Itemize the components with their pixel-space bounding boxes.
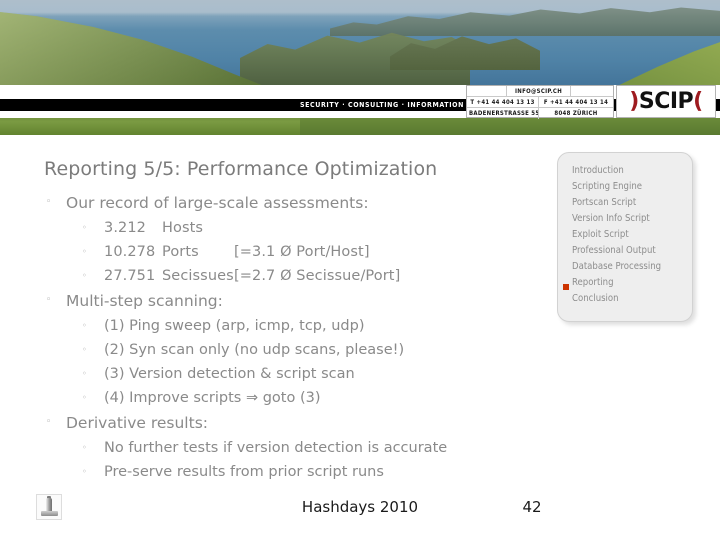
bullet-item: ◦ 10.278 Ports [=3.1 Ø Port/Host] — [44, 240, 554, 264]
bullet-text: (2) Syn scan only (no udp scans, please!… — [104, 342, 405, 358]
bullet-item: ◦ Multi-step scanning: — [44, 288, 554, 314]
contact-fax: F +41 44 404 13 14 — [539, 97, 613, 108]
contact-spacer-cell — [467, 86, 507, 97]
scip-logo-name: SCIP — [638, 88, 694, 114]
bullet-marker-icon: ◦ — [82, 369, 87, 378]
bullet-marker-icon: ◦ — [46, 197, 52, 207]
slide-body: ◦ Our record of large-scale assessments: ◦… — [44, 190, 554, 484]
nav-item-portscan-script[interactable]: Portscan Script — [572, 195, 692, 211]
bullet-marker-icon: ◦ — [46, 417, 52, 427]
bullet-marker-icon: ◦ — [82, 345, 87, 354]
contact-spacer-cell-2 — [571, 86, 613, 97]
nav-item-label: Conclusion — [572, 293, 619, 304]
nav-item-conclusion[interactable]: Conclusion — [572, 291, 692, 307]
bullet-item: ◦ Derivative results: — [44, 410, 554, 436]
stat-unit: Ports — [162, 244, 199, 260]
bullet-item: ◦ (1) Ping sweep (arp, icmp, tcp, udp) — [44, 314, 554, 338]
nav-item-professional-output[interactable]: Professional Output — [572, 243, 692, 259]
nav-item-label: Professional Output — [572, 245, 656, 256]
scip-logo-text: )SCIP( — [629, 88, 703, 114]
bullet-marker-icon: ◦ — [82, 247, 87, 256]
bullet-marker-icon: ◦ — [82, 467, 87, 476]
contact-email: INFO@SCIP.CH — [507, 86, 571, 97]
footer-event-name: Hashdays 2010 — [301, 498, 419, 516]
nav-item-label: Database Processing — [572, 261, 662, 272]
contact-row: T +41 44 404 13 13 F +41 44 404 13 14 — [467, 97, 613, 108]
stat-unit: Hosts — [162, 220, 204, 236]
nav-current-marker-icon — [563, 284, 569, 290]
nav-item-label: Exploit Script — [572, 229, 629, 240]
page-title: Reporting 5/5: Performance Optimization — [44, 158, 438, 180]
bullet-item: ◦ No further tests if version detection i… — [44, 436, 554, 460]
nav-item-label: Portscan Script — [572, 197, 637, 208]
nav-item-label: Scripting Engine — [572, 181, 643, 192]
bullet-marker-icon: ◦ — [82, 223, 87, 232]
stat-note: [=3.1 Ø Port/Host] — [234, 244, 370, 260]
contact-row: BADENERSTRASSE 551 8048 ZÜRICH — [467, 108, 613, 119]
stat-unit: Secissues — [162, 268, 234, 284]
bullet-text: Pre-serve results from prior script runs — [104, 464, 384, 480]
scip-logo: )SCIP( — [616, 85, 716, 118]
nav-item-label: Version Info Script — [572, 213, 650, 224]
header-banner: SECURITY · CONSULTING · INFORMATION · PR… — [0, 0, 720, 135]
bullet-text: 27.751 Secissues[=2.7 Ø Secissue/Port] — [104, 264, 400, 288]
footer-page-number: 42 — [522, 498, 542, 516]
bullet-item: ◦ 3.212 Hosts — [44, 216, 554, 240]
nav-item-exploit-script[interactable]: Exploit Script — [572, 227, 692, 243]
nav-item-version-info-script[interactable]: Version Info Script — [572, 211, 692, 227]
stat-number: 3.212 — [104, 220, 147, 236]
contact-street: BADENERSTRASSE 551 — [469, 108, 539, 119]
bullet-item: ◦ (4) Improve scripts ⇒ goto (3) — [44, 386, 554, 410]
agenda-nav-box: Introduction Scripting Engine Portscan Scr… — [557, 152, 693, 322]
bullet-marker-icon: ◦ — [82, 443, 87, 452]
stat-number: 10.278 — [104, 244, 156, 260]
bullet-marker-icon: ◦ — [82, 321, 87, 330]
scip-logo-left-paren: ) — [629, 88, 639, 114]
nav-item-label: Introduction — [572, 165, 624, 176]
scip-logo-right-paren: ( — [693, 88, 703, 114]
stat-number: 27.751 — [104, 268, 156, 284]
nav-item-introduction[interactable]: Introduction — [572, 163, 692, 179]
nav-item-label: Reporting — [572, 277, 614, 288]
nav-item-database-processing[interactable]: Database Processing — [572, 259, 692, 275]
contact-phone: T +41 44 404 13 13 — [467, 97, 539, 108]
bullet-item: ◦ Our record of large-scale assessments: — [44, 190, 554, 216]
bullet-text: 3.212 Hosts — [104, 216, 234, 240]
bullet-marker-icon: ◦ — [82, 271, 87, 280]
bullet-text: Our record of large-scale assessments: — [66, 194, 369, 212]
bullet-text: Derivative results: — [66, 414, 208, 432]
nav-item-scripting-engine[interactable]: Scripting Engine — [572, 179, 692, 195]
bullet-item: ◦ 27.751 Secissues[=2.7 Ø Secissue/Port] — [44, 264, 554, 288]
bullet-text: (1) Ping sweep (arp, icmp, tcp, udp) — [104, 318, 365, 334]
bullet-text: (3) Version detection & script scan — [104, 366, 355, 382]
bullet-marker-icon: ◦ — [46, 295, 52, 305]
bullet-text: (4) Improve scripts ⇒ goto (3) — [104, 390, 321, 406]
stat-note: [=2.7 Ø Secissue/Port] — [234, 268, 401, 284]
bullet-item: ◦ Pre-serve results from prior script run… — [44, 460, 554, 484]
contact-row: INFO@SCIP.CH — [467, 86, 613, 97]
contact-city: 8048 ZÜRICH — [554, 110, 598, 117]
bullet-text: Multi-step scanning: — [66, 292, 223, 310]
bullet-text: 10.278 Ports [=3.1 Ø Port/Host] — [104, 240, 370, 264]
bullet-item: ◦ (3) Version detection & script scan — [44, 362, 554, 386]
bullet-item: ◦ (2) Syn scan only (no udp scans, please… — [44, 338, 554, 362]
bullet-marker-icon: ◦ — [82, 393, 87, 402]
contact-info-table: INFO@SCIP.CH T +41 44 404 13 13 F +41 44… — [466, 85, 614, 119]
bullet-text: No further tests if version detection is… — [104, 440, 448, 456]
nav-item-reporting[interactable]: Reporting — [563, 275, 692, 291]
